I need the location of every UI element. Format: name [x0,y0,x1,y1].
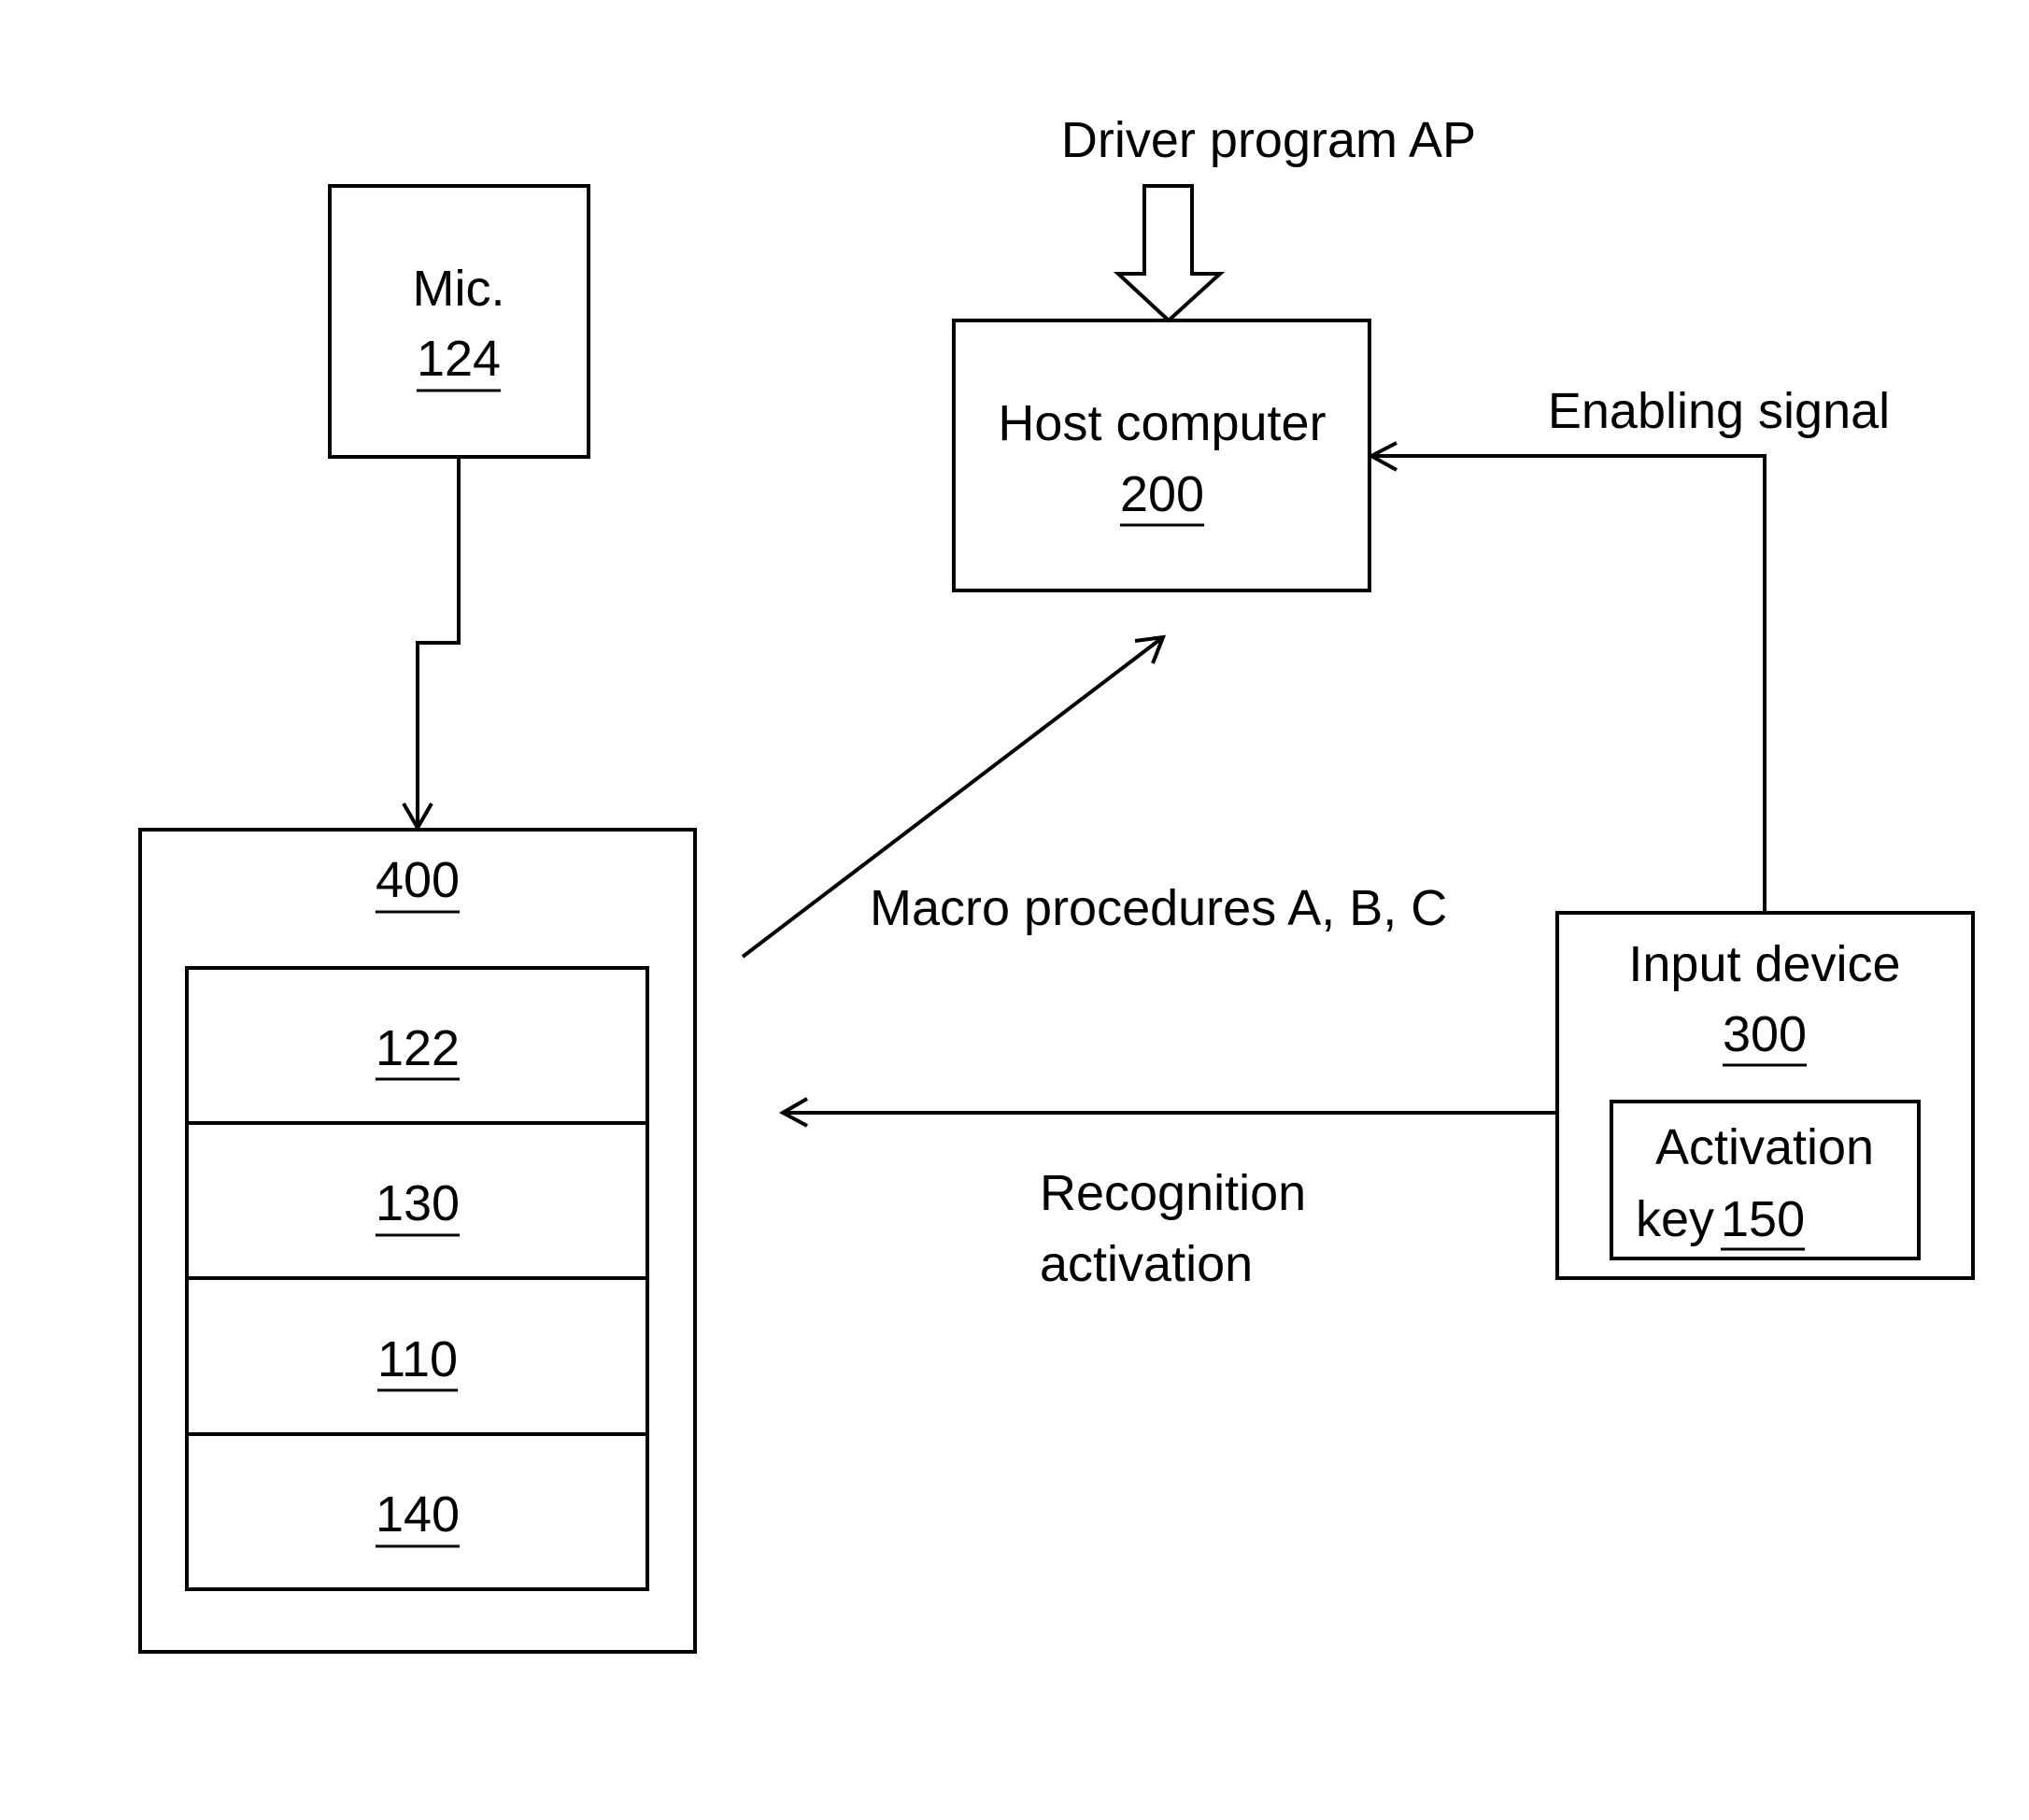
mic-label: Mic. [413,261,505,317]
driver-program-label: Driver program AP [1061,112,1476,168]
host-block: Host computer 200 [952,319,1371,592]
mic-to-module-line [416,457,461,828]
mic-to-module-connector [402,457,461,832]
stack-cell-130: 130 [375,1175,461,1237]
driver-program-connector: Driver program AP [1061,112,1476,323]
module-ref: 400 [376,852,460,908]
input-device-block: Input device 300 Activation key 150 [1555,911,1975,1280]
stack-cell-ref: 140 [376,1486,460,1543]
module-block: 400 122 130 110 140 [138,828,697,1654]
mic-ref: 124 [417,331,501,387]
recognition-activation-connector: Recognition activation [778,1097,1557,1292]
block-arrow-down-icon [1113,184,1226,323]
activation-key-block: Activation key 150 [1610,1100,1921,1260]
macro-procedures-label: Macro procedures A, B, C [870,880,1447,936]
activation-key-label-line1: Activation [1655,1119,1874,1175]
stack-cell-140: 140 [375,1486,461,1548]
recognition-activation-label-line2: activation [1040,1236,1253,1292]
input-device-ref: 300 [1723,1006,1807,1062]
macro-procedures-connector: Macro procedures A, B, C [741,634,1447,959]
enabling-signal-connector: Enabling signal [1367,383,1890,913]
host-ref: 200 [1120,466,1204,522]
activation-key-label-line2: key [1636,1191,1714,1247]
stack-cell-122: 122 [375,1020,461,1081]
stack-cell-ref: 122 [376,1020,460,1076]
mic-box [328,184,590,459]
enabling-signal-label: Enabling signal [1548,383,1890,439]
recognition-activation-label-line1: Recognition [1040,1165,1306,1221]
activation-key-ref: 150 [1721,1191,1805,1247]
diagram-canvas: Mic. 124 400 122 130 110 140 Driver prog… [138,112,1975,1654]
host-box [952,319,1371,592]
stack-cell-ref: 130 [376,1175,460,1231]
enabling-signal-line [1371,454,1767,913]
host-label: Host computer [998,395,1326,451]
mic-block: Mic. 124 [328,184,590,459]
stack-cell-110: 110 [376,1331,459,1392]
stack-cell-ref: 110 [377,1331,458,1387]
input-device-label: Input device [1628,936,1900,992]
